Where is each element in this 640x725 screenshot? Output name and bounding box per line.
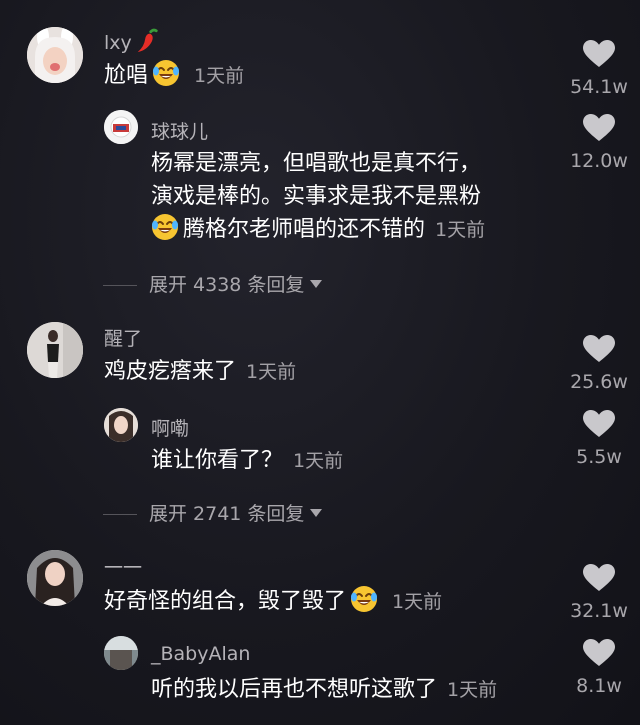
comment-list: lxy 尬唱 1天前 54.1w 球球儿 杨幂是漂亮，但唱歌也是真不行， 演戏是棒… bbox=[0, 0, 640, 725]
expand-label: 展开 4338 条回复 bbox=[149, 274, 305, 296]
heart-icon bbox=[583, 40, 615, 68]
chevron-down-icon bbox=[310, 280, 323, 288]
reply-text-line-last: 腾格尔老师唱的还不错的 1天前 bbox=[151, 213, 485, 247]
like-button[interactable]: 12.0w bbox=[570, 114, 628, 172]
reply-avatar[interactable] bbox=[104, 110, 138, 144]
avatar[interactable] bbox=[27, 27, 83, 83]
avatar-image bbox=[104, 636, 138, 670]
reply-username[interactable]: 啊嘞 bbox=[151, 414, 189, 441]
comment-text[interactable]: 尬唱 1天前 bbox=[104, 59, 244, 93]
comment-username[interactable]: 醒了 bbox=[104, 324, 142, 351]
comment-time: 1天前 bbox=[392, 591, 443, 613]
avatar-image bbox=[104, 110, 138, 144]
reply-time: 1天前 bbox=[293, 450, 344, 472]
reply-text[interactable]: 听的我以后再也不想听这歌了 1天前 bbox=[151, 673, 497, 707]
heart-icon bbox=[583, 564, 615, 592]
heart-icon bbox=[583, 410, 615, 438]
reply-body: 听的我以后再也不想听这歌了 bbox=[151, 677, 438, 702]
reply-text[interactable]: 杨幂是漂亮，但唱歌也是真不行， 演戏是棒的。实事求是我不是黑粉 腾格尔老师唱的还… bbox=[151, 147, 485, 247]
divider bbox=[103, 514, 137, 515]
comment-username[interactable]: lxy bbox=[104, 28, 163, 54]
laughing-crying-emoji-icon bbox=[350, 585, 378, 613]
comment-text[interactable]: 好奇怪的组合，毁了毁了 1天前 bbox=[104, 585, 442, 619]
reply-time: 1天前 bbox=[435, 219, 486, 241]
reply-text-line: 演戏是棒的。实事求是我不是黑粉 bbox=[151, 184, 482, 209]
like-count: 5.5w bbox=[576, 446, 622, 468]
heart-icon bbox=[583, 639, 615, 667]
comment-body: 尬唱 bbox=[104, 63, 149, 88]
reply-time: 1天前 bbox=[447, 679, 498, 701]
avatar[interactable] bbox=[27, 550, 83, 606]
avatar-image bbox=[27, 322, 83, 378]
heart-icon bbox=[583, 335, 615, 363]
avatar-image bbox=[27, 27, 83, 83]
comment-body: 鸡皮疙瘩来了 bbox=[104, 359, 237, 384]
like-count: 54.1w bbox=[570, 76, 628, 98]
like-count: 25.6w bbox=[570, 371, 628, 393]
reply-text-line: 杨幂是漂亮，但唱歌也是真不行， bbox=[151, 151, 482, 176]
like-count: 8.1w bbox=[576, 675, 622, 697]
like-button[interactable]: 5.5w bbox=[570, 410, 628, 468]
heart-icon bbox=[583, 114, 615, 142]
divider bbox=[103, 285, 137, 286]
reply-avatar[interactable] bbox=[104, 408, 138, 442]
chili-pepper-icon bbox=[135, 28, 159, 54]
comment-text[interactable]: 鸡皮疙瘩来了 1天前 bbox=[104, 355, 296, 389]
avatar[interactable] bbox=[27, 322, 83, 378]
comment-time: 1天前 bbox=[246, 361, 297, 383]
comment-body: 好奇怪的组合，毁了毁了 bbox=[104, 589, 347, 614]
reply-text[interactable]: 谁让你看了？ 1天前 bbox=[151, 444, 343, 478]
comment-time: 1天前 bbox=[194, 65, 245, 87]
like-button[interactable]: 8.1w bbox=[570, 639, 628, 697]
reply-username[interactable]: _BabyAlan bbox=[151, 643, 250, 665]
expand-replies-button[interactable]: 展开 2741 条回复 bbox=[103, 499, 323, 526]
reply-body: 谁让你看了？ bbox=[151, 448, 284, 473]
reply-avatar[interactable] bbox=[104, 636, 138, 670]
chevron-down-icon bbox=[310, 509, 323, 517]
username-text: lxy bbox=[104, 32, 132, 54]
like-button[interactable]: 25.6w bbox=[570, 335, 628, 393]
avatar-image bbox=[27, 550, 83, 606]
like-button[interactable]: 32.1w bbox=[570, 564, 628, 622]
like-count: 12.0w bbox=[570, 150, 628, 172]
avatar-image bbox=[104, 408, 138, 442]
laughing-crying-emoji-icon bbox=[151, 213, 179, 241]
reply-username[interactable]: 球球儿 bbox=[151, 117, 208, 144]
expand-replies-button[interactable]: 展开 4338 条回复 bbox=[103, 270, 323, 297]
laughing-crying-emoji-icon bbox=[152, 59, 180, 87]
comment-username[interactable]: 一一 bbox=[104, 553, 142, 580]
like-button[interactable]: 54.1w bbox=[570, 40, 628, 98]
like-count: 32.1w bbox=[570, 600, 628, 622]
expand-label: 展开 2741 条回复 bbox=[149, 503, 305, 525]
